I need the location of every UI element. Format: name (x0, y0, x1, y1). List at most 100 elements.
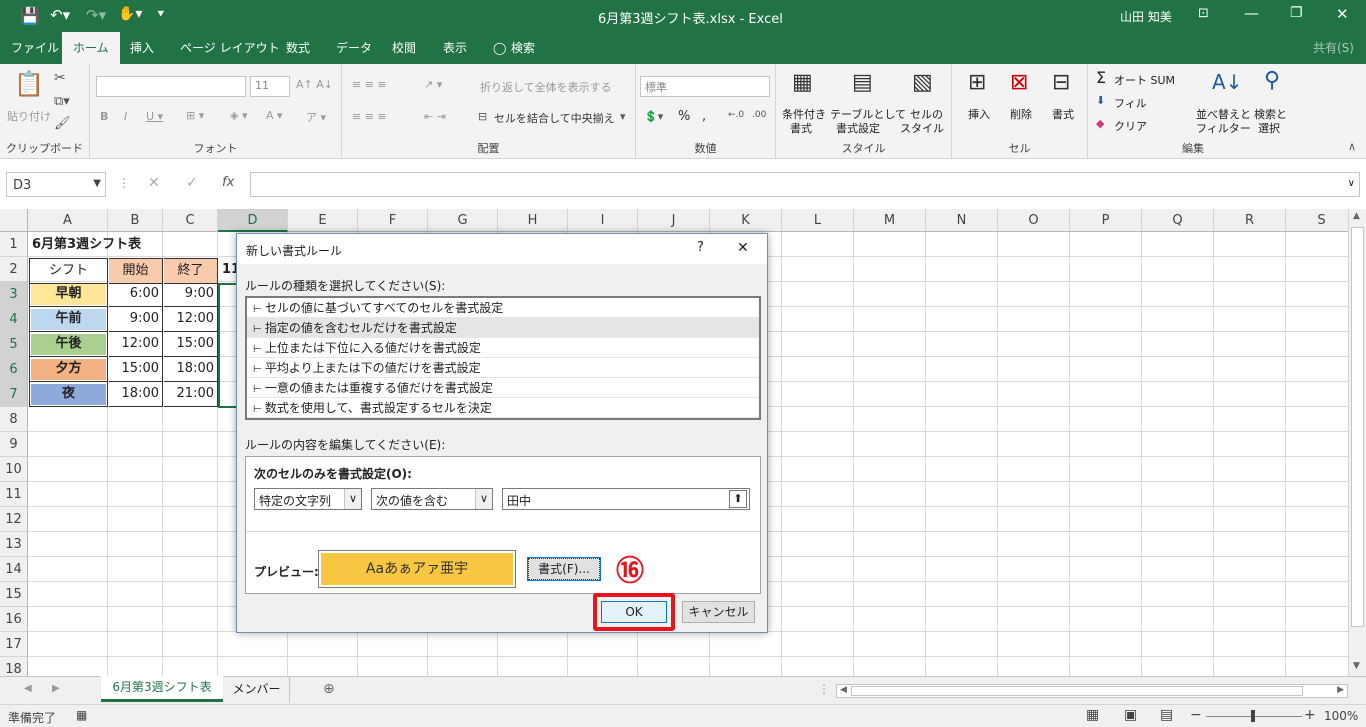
phonetic-icon[interactable]: ア ▾ (306, 109, 326, 125)
column-header-i[interactable]: I (568, 209, 638, 232)
condition2-select[interactable]: 次の値を含む ∨ (371, 488, 493, 510)
sort-filter-button-line2[interactable]: フィルター (1196, 120, 1251, 136)
collapse-ribbon-icon[interactable]: ∧ (1348, 140, 1356, 153)
undo-icon[interactable]: ↶▾ (50, 6, 70, 24)
row-header-13[interactable]: 13 (0, 532, 28, 557)
wrap-text-button[interactable]: 折り返して全体を表示する (480, 79, 612, 95)
tab-scroll-left-icon[interactable]: ◀ (24, 683, 32, 694)
paste-button[interactable]: 貼り付け (7, 108, 51, 124)
scroll-down-icon[interactable]: ▼ (1353, 661, 1360, 671)
rule-type-item[interactable]: ⊢ セルの値に基づいてすべてのセルを書式設定 (247, 298, 759, 318)
bold-icon[interactable]: B (100, 110, 108, 123)
comma-icon[interactable]: , (702, 109, 706, 124)
header-end[interactable]: 終了 (164, 258, 218, 284)
cell-styles-button-line2[interactable]: スタイル (900, 120, 944, 136)
share-button[interactable]: 共有(S) (1310, 32, 1357, 64)
row-header-5[interactable]: 5 (0, 332, 28, 357)
row-header-14[interactable]: 14 (0, 557, 28, 582)
fill-icon[interactable]: ⬇ (1096, 94, 1105, 107)
column-header-e[interactable]: E (288, 209, 358, 232)
percent-icon[interactable]: % (678, 109, 690, 124)
row-header-18[interactable]: 18 (0, 657, 28, 676)
cancel-button[interactable]: キャンセル (682, 601, 755, 623)
increase-decimal-icon[interactable]: ←.0 (728, 110, 744, 120)
find-select-icon[interactable]: ⚲ (1264, 68, 1280, 93)
format-button[interactable]: 書式(F)... (527, 557, 601, 581)
autosum-button[interactable]: オート SUM (1114, 72, 1175, 88)
tab-file[interactable]: ファイル (8, 32, 62, 64)
condition1-select[interactable]: 特定の文字列 ∨ (254, 488, 362, 510)
rule-type-item[interactable]: ⊢ 平均より上または下の値だけを書式設定 (247, 358, 759, 378)
grow-font-icon[interactable]: A↑ A↓ (296, 78, 333, 91)
font-size-input[interactable]: 11 (250, 76, 290, 97)
rule-type-item[interactable]: ⊢ 数式を使用して、書式設定するセルを決定 (247, 398, 759, 418)
select-all-button[interactable] (0, 209, 28, 232)
copy-icon[interactable]: ⧉▾ (54, 94, 70, 109)
clear-button[interactable]: クリア (1114, 118, 1147, 134)
sheet-title[interactable]: 6月第3週シフト表 (32, 233, 141, 257)
page-layout-view-icon[interactable]: ▣ (1124, 707, 1137, 723)
normal-view-icon[interactable]: ▦ (1086, 707, 1099, 723)
shift-start-cell[interactable]: 15:00 (109, 357, 163, 382)
format-cells-icon[interactable]: ⊟ (1052, 70, 1070, 95)
column-header-g[interactable]: G (428, 209, 498, 232)
shift-start-cell[interactable]: 18:00 (109, 382, 163, 407)
column-header-q[interactable]: Q (1142, 209, 1214, 232)
hscroll-left-icon[interactable]: ◀ (840, 685, 847, 695)
shift-start-cell[interactable]: 9:00 (109, 307, 163, 332)
tab-search[interactable]: 検索 (508, 32, 538, 64)
confirm-entry-icon[interactable]: ✓ (186, 175, 198, 191)
ribbon-display-icon[interactable]: ⊡ (1198, 6, 1209, 21)
column-header-o[interactable]: O (998, 209, 1070, 232)
row-header-2[interactable]: 2 (0, 257, 28, 282)
scroll-thumb[interactable] (1351, 227, 1364, 627)
rule-type-item[interactable]: ⊢ 一意の値または重複する値だけを書式設定 (247, 378, 759, 398)
format-cells-button[interactable]: 書式 (1052, 106, 1074, 122)
shift-name-cell[interactable]: 早朝 (29, 282, 108, 307)
column-header-s[interactable]: S (1286, 209, 1348, 232)
zoom-slider-thumb[interactable] (1251, 710, 1255, 722)
rule-value-input[interactable]: 田中 ⬆ (502, 488, 750, 510)
row-header-3[interactable]: 3 (0, 282, 28, 307)
close-icon[interactable]: ✕ (1336, 5, 1349, 23)
header-start[interactable]: 開始 (109, 258, 163, 284)
page-break-view-icon[interactable]: ▤ (1160, 707, 1173, 723)
row-header-1[interactable]: 1 (0, 232, 28, 257)
sheet-tab-members[interactable]: メンバー (224, 677, 290, 703)
column-header-m[interactable]: M (854, 209, 926, 232)
row-header-16[interactable]: 16 (0, 607, 28, 632)
row-header-9[interactable]: 9 (0, 432, 28, 457)
cell-styles-icon[interactable]: ▧ (912, 70, 933, 95)
user-name[interactable]: 山田 知美 (1120, 8, 1172, 25)
tab-scroll-right-icon[interactable]: ▶ (52, 683, 60, 694)
format-as-table-button-line2[interactable]: 書式設定 (836, 120, 880, 136)
ok-button[interactable]: OK (601, 601, 667, 623)
insert-function-icon[interactable]: fx (222, 175, 234, 190)
dialog-close-button[interactable]: ✕ (737, 240, 749, 256)
row-header-4[interactable]: 4 (0, 307, 28, 332)
italic-icon[interactable]: I (124, 110, 127, 123)
row-header-7[interactable]: 7 (0, 382, 28, 407)
column-header-k[interactable]: K (710, 209, 782, 232)
shift-end-cell[interactable]: 9:00 (164, 282, 218, 307)
format-painter-icon[interactable]: 🖌 (54, 116, 71, 131)
tab-split-icon[interactable]: ⋮ (818, 682, 830, 696)
row-header-6[interactable]: 6 (0, 357, 28, 382)
shift-end-cell[interactable]: 21:00 (164, 382, 218, 407)
shift-name-cell[interactable]: 夕方 (29, 357, 108, 382)
column-header-r[interactable]: R (1214, 209, 1286, 232)
cut-icon[interactable]: ✂ (54, 70, 66, 86)
delete-cells-button[interactable]: 削除 (1010, 106, 1032, 122)
row-header-10[interactable]: 10 (0, 457, 28, 482)
shift-end-cell[interactable]: 15:00 (164, 332, 218, 357)
macro-record-icon[interactable]: ▦ (76, 708, 87, 722)
conditional-format-icon[interactable]: ▦ (792, 70, 813, 95)
border-icon[interactable]: ⊞ ▾ (186, 109, 204, 122)
restore-icon[interactable]: ❐ (1290, 5, 1303, 21)
shift-name-cell[interactable]: 午後 (29, 332, 108, 357)
formula-expand-icon[interactable]: ∨ (1348, 178, 1355, 189)
tab-insert[interactable]: 挿入 (127, 32, 157, 64)
rule-type-item[interactable]: ⊢ 指定の値を含むセルだけを書式設定 (247, 318, 759, 338)
save-icon[interactable]: 💾 (20, 6, 40, 25)
shift-name-cell[interactable]: 午前 (29, 307, 108, 332)
